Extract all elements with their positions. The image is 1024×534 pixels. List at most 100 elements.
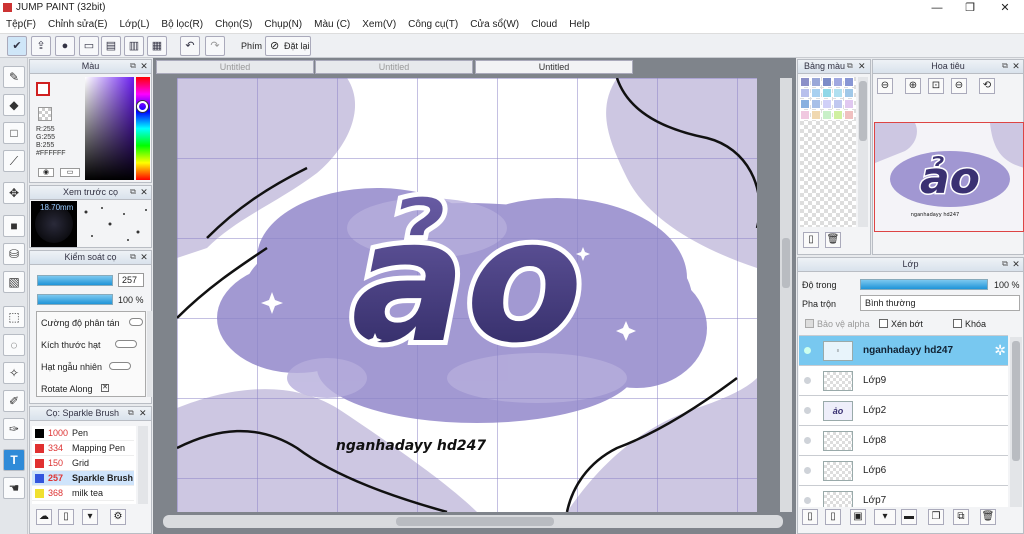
transparent-swatch[interactable]	[38, 107, 52, 121]
merge-layer-icon[interactable]: ⧉	[953, 509, 969, 525]
palette-swatch-grid[interactable]	[800, 77, 856, 227]
comment-icon[interactable]: ●	[55, 36, 75, 56]
palette-swatch[interactable]	[844, 77, 854, 87]
message-icon[interactable]: ▭	[79, 36, 99, 56]
random-particle-toggle[interactable]	[109, 362, 131, 370]
add-layer-menu-icon[interactable]: ▾	[874, 509, 896, 525]
palette-swatch[interactable]	[811, 110, 821, 120]
scatter-intensity-toggle[interactable]	[129, 318, 143, 326]
palette-swatch[interactable]	[833, 99, 843, 109]
menu-layer[interactable]: Lớp(L)	[114, 16, 156, 30]
artwork-canvas[interactable]: ảo nganhadayy hd247	[177, 78, 757, 512]
horizontal-scrollbar[interactable]	[163, 515, 783, 528]
palette-swatch[interactable]	[811, 99, 821, 109]
close-window-button[interactable]: ✕	[990, 1, 1020, 15]
palette-swatch[interactable]	[811, 77, 821, 87]
menu-filter[interactable]: Bộ lọc(R)	[155, 16, 209, 30]
duplicate-layer-icon[interactable]: ❐	[928, 509, 944, 525]
brush-group-icon[interactable]: ☁	[36, 509, 52, 525]
alpha-protect-checkbox[interactable]: Bảo vệ alpha	[805, 319, 870, 329]
new-image-layer-icon[interactable]: ▣	[850, 509, 866, 525]
rect-select-icon[interactable]: □	[3, 122, 25, 144]
tab-untitled-1[interactable]: Untitled	[156, 60, 314, 74]
brush-menu-icon[interactable]: ▾	[82, 509, 98, 525]
select-tool-icon[interactable]: ⬚	[3, 306, 25, 328]
folder-icon[interactable]: ▬	[901, 509, 917, 525]
layer-opacity-bar[interactable]	[860, 279, 988, 290]
close-panel-icon[interactable]: ✕	[139, 252, 149, 262]
brush-size-input[interactable]: 257	[118, 273, 144, 287]
blend-mode-select[interactable]: Bình thường	[860, 295, 1020, 311]
text-tool-icon[interactable]: T	[3, 449, 25, 471]
layer-list-scrollbar[interactable]	[1010, 337, 1022, 507]
undock-icon[interactable]: ⧉	[1000, 259, 1010, 269]
zoom-in-icon[interactable]: ⊕	[905, 78, 921, 94]
menu-cloud[interactable]: Cloud	[525, 16, 563, 30]
undock-icon[interactable]: ⧉	[128, 187, 138, 197]
new-layer-alt-icon[interactable]: ▯	[825, 509, 841, 525]
brush-list-scrollbar[interactable]	[138, 426, 148, 504]
undock-icon[interactable]: ⧉	[128, 408, 138, 418]
menu-color[interactable]: Màu (C)	[308, 16, 356, 30]
share-icon[interactable]: ⇪	[31, 36, 51, 56]
reset-button[interactable]: ⊘ Đặt lại	[265, 36, 311, 56]
layer-row-lop7[interactable]: Lớp7	[799, 486, 1008, 507]
minimize-button[interactable]: —	[922, 1, 952, 15]
redo-icon[interactable]: ↷	[205, 36, 225, 56]
palette-swatch[interactable]	[833, 77, 843, 87]
delete-layer-icon[interactable]: 🗑	[980, 509, 996, 525]
layer-settings-gear-icon[interactable]: ✲	[994, 342, 1006, 359]
undock-icon[interactable]: ⧉	[128, 61, 138, 71]
close-panel-icon[interactable]: ✕	[139, 187, 149, 197]
palette-swatch[interactable]	[844, 110, 854, 120]
clipping-checkbox[interactable]: Xén bớt	[879, 319, 923, 329]
magic-wand-icon[interactable]: ✧	[3, 362, 25, 384]
layer-row-lop2[interactable]: ảo Lớp2	[799, 396, 1008, 426]
menu-edit[interactable]: Chỉnh sửa(E)	[42, 16, 114, 30]
menu-help[interactable]: Help	[563, 16, 596, 30]
new-layer-icon[interactable]: ▯	[802, 509, 818, 525]
palette-swatch[interactable]	[822, 110, 832, 120]
palette-swatch[interactable]	[833, 110, 843, 120]
grid-tool-icon[interactable]: ▦	[147, 36, 167, 56]
undock-icon[interactable]: ⧉	[847, 61, 857, 71]
palette-swatch[interactable]	[800, 99, 810, 109]
layer-row-lop8[interactable]: Lớp8	[799, 426, 1008, 456]
menu-capture[interactable]: Chụp(N)	[258, 16, 308, 30]
maximize-button[interactable]: ❐	[955, 1, 985, 15]
close-panel-icon[interactable]: ✕	[858, 61, 868, 71]
particle-size-toggle[interactable]	[115, 340, 137, 348]
move-tool-icon[interactable]: ✥	[3, 182, 25, 204]
hue-handle[interactable]	[137, 101, 148, 112]
select-mode-icon[interactable]: ✔	[7, 36, 27, 56]
foreground-color-swatch[interactable]	[36, 82, 50, 96]
brush-opacity-bar[interactable]	[37, 294, 113, 305]
close-panel-icon[interactable]: ✕	[1011, 61, 1021, 71]
fit-view-icon[interactable]: ⊡	[928, 78, 944, 94]
brush-item-pen[interactable]: 1000 Pen	[32, 426, 134, 441]
brush-item-grid[interactable]: 150 Grid	[32, 456, 134, 471]
palette-swatch[interactable]	[833, 88, 843, 98]
rotate-icon[interactable]: ⟲	[979, 78, 995, 94]
undo-icon[interactable]: ↶	[180, 36, 200, 56]
navigator-preview[interactable]: ảo nganhadayy hd247	[874, 122, 1024, 232]
select-pen-icon[interactable]: ✐	[3, 390, 25, 412]
page-icon[interactable]: ▤	[101, 36, 121, 56]
palette-swatch[interactable]	[822, 99, 832, 109]
vertical-scrollbar[interactable]	[780, 78, 792, 512]
zoom-out-icon[interactable]: ⊖	[877, 78, 893, 94]
document-icon[interactable]: ▥	[124, 36, 144, 56]
palette-swatch[interactable]	[822, 77, 832, 87]
tab-untitled-2[interactable]: Untitled	[315, 60, 473, 74]
bucket-tool-icon[interactable]: ⛁	[3, 243, 25, 265]
close-panel-icon[interactable]: ✕	[139, 408, 149, 418]
fill-rect-icon[interactable]: ■	[3, 215, 25, 237]
palette-swatch[interactable]	[811, 88, 821, 98]
lock-checkbox[interactable]: Khóa	[953, 319, 986, 329]
palette-swatch[interactable]	[822, 88, 832, 98]
add-swatch-icon[interactable]: ▯	[803, 232, 819, 248]
layer-row-text[interactable]: ≡ nganhadayy hd247 ✲	[799, 336, 1008, 366]
palette-swatch[interactable]	[800, 77, 810, 87]
menu-window[interactable]: Cửa sổ(W)	[464, 16, 525, 30]
tab-untitled-3[interactable]: Untitled	[475, 60, 633, 74]
